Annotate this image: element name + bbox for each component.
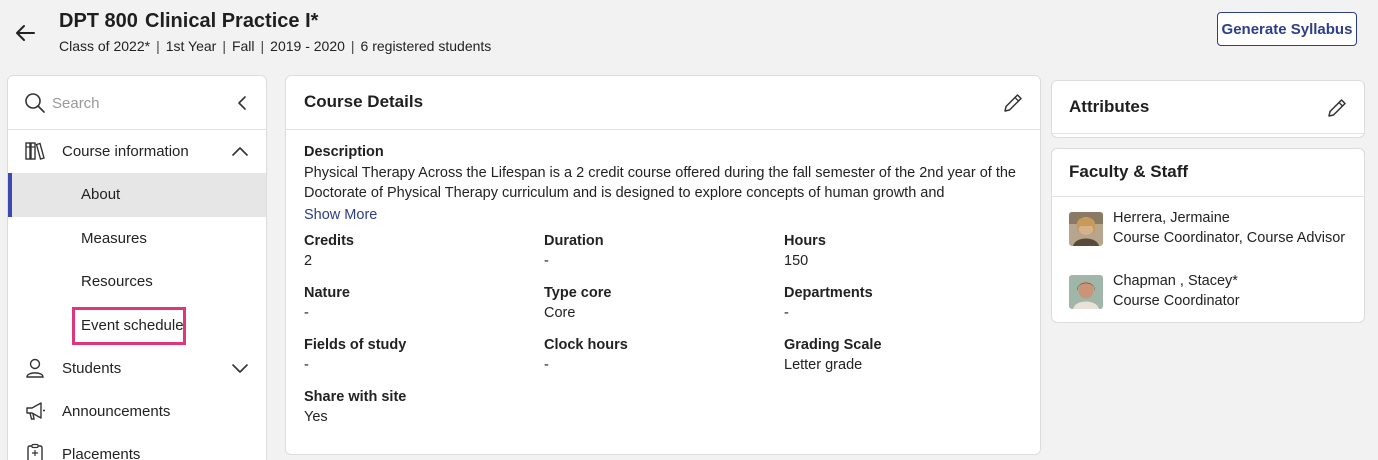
field-grading-scale: Grading Scale Letter grade	[784, 337, 1004, 377]
field-credits: Credits 2	[304, 233, 524, 273]
search-icon	[25, 93, 45, 113]
field-value: Yes	[304, 409, 328, 425]
course-details-header: Course Details	[286, 76, 1040, 130]
back-arrow-icon[interactable]	[12, 20, 38, 46]
field-value: -	[544, 253, 549, 269]
field-label: Clock hours	[544, 337, 628, 353]
field-value: -	[304, 305, 309, 321]
sidebar-subitem-label: About	[81, 186, 121, 204]
avatar	[1069, 212, 1103, 246]
sidebar-subitem-measures[interactable]: Measures	[8, 217, 266, 261]
meta-separator: |	[156, 38, 160, 54]
show-more-link[interactable]: Show More	[304, 207, 377, 223]
meta-separator: |	[350, 38, 355, 54]
faculty-header: Faculty & Staff	[1052, 149, 1364, 197]
description-text: Physical Therapy Across the Lifespan is …	[304, 165, 1016, 201]
divider	[1052, 133, 1364, 134]
field-duration: Duration -	[544, 233, 764, 273]
field-value: -	[784, 305, 789, 321]
attributes-title: Attributes	[1069, 97, 1150, 116]
meta-term: Fall	[231, 38, 255, 54]
chevron-down-icon[interactable]	[231, 361, 249, 375]
field-label: Grading Scale	[784, 337, 882, 353]
faculty-person[interactable]: Chapman , Stacey* Course Coordinator	[1069, 273, 1359, 313]
sidebar-subitem-label: Measures	[81, 229, 147, 247]
person-name: Herrera, Jermaine	[1113, 210, 1230, 226]
meta-students: 6 registered students	[360, 38, 492, 54]
course-details-title: Course Details	[304, 92, 424, 111]
field-value: Letter grade	[784, 357, 863, 373]
sidebar-search	[8, 76, 266, 130]
person-role: Course Coordinator, Course Advisor	[1113, 230, 1346, 246]
field-clock-hours: Clock hours -	[544, 337, 764, 377]
field-departments: Departments -	[784, 285, 1004, 325]
sidebar: Course information About Measures Resour…	[7, 75, 267, 460]
meta-separator: |	[260, 38, 265, 54]
sidebar-item-placements[interactable]: Placements	[8, 433, 266, 460]
pencil-icon[interactable]	[1002, 92, 1024, 114]
books-icon	[25, 142, 45, 160]
field-value: 150	[784, 253, 809, 269]
course-code: DPT 800	[59, 10, 138, 32]
faculty-person[interactable]: Herrera, Jermaine Course Coordinator, Co…	[1069, 210, 1359, 250]
meta-separator: |	[222, 38, 226, 54]
megaphone-icon	[26, 402, 45, 420]
sidebar-subitem-label: Resources	[81, 273, 153, 291]
field-label: Departments	[784, 285, 873, 301]
field-fields-of-study: Fields of study -	[304, 337, 524, 377]
sidebar-item-label: Course information	[62, 143, 189, 160]
field-nature: Nature -	[304, 285, 524, 325]
sidebar-item-label: Placements	[62, 446, 141, 460]
field-value: -	[544, 357, 549, 373]
sidebar-item-label: Students	[62, 360, 122, 377]
pencil-icon[interactable]	[1326, 97, 1348, 119]
person-role: Course Coordinator	[1113, 293, 1240, 309]
chevron-left-icon[interactable]	[234, 94, 252, 112]
attributes-card: Attributes	[1051, 80, 1365, 138]
search-input[interactable]	[52, 90, 212, 116]
field-label: Duration	[544, 233, 604, 249]
field-label: Fields of study	[304, 337, 407, 353]
clipboard-icon	[27, 443, 43, 460]
sidebar-subitem-label: Event schedule	[81, 316, 184, 334]
sidebar-item-course-information[interactable]: Course information	[8, 130, 266, 173]
course-title: Clinical Practice I*	[145, 10, 319, 32]
person-icon	[26, 358, 44, 378]
field-value: 2	[304, 253, 313, 269]
faculty-staff-card: Faculty & Staff Herrera, Jermaine Course…	[1051, 148, 1365, 323]
avatar	[1069, 275, 1103, 309]
field-label: Hours	[784, 233, 826, 249]
faculty-title: Faculty & Staff	[1069, 162, 1189, 181]
field-label: Credits	[304, 233, 354, 249]
field-type-core: Type core Core	[544, 285, 764, 325]
page-header: DPT 800 Clinical Practice I* Class of 20…	[0, 0, 1378, 70]
course-details-card: Course Details Description Physical Ther…	[285, 75, 1041, 455]
sidebar-item-announcements[interactable]: Announcements	[8, 390, 266, 433]
sidebar-item-label: Announcements	[62, 403, 171, 420]
field-label: Type core	[544, 285, 612, 301]
field-label: Share with site	[304, 389, 407, 405]
field-share-with-site: Share with site Yes	[304, 389, 524, 429]
field-hours: Hours 150	[784, 233, 1004, 273]
description-label: Description	[304, 144, 384, 160]
meta-academic-year: 2019 - 2020	[270, 38, 345, 54]
person-name: Chapman , Stacey*	[1113, 273, 1238, 289]
field-value: -	[304, 357, 309, 373]
course-meta: Class of 2022* | 1st Year | Fall | 2019 - 2020…	[59, 38, 491, 54]
chevron-up-icon[interactable]	[231, 144, 249, 158]
field-value: Core	[544, 305, 576, 321]
sidebar-subitem-resources[interactable]: Resources	[8, 260, 266, 304]
meta-year: 1st Year	[165, 38, 217, 54]
meta-class: Class of 2022*	[59, 38, 151, 54]
sidebar-subitem-about[interactable]: About	[8, 173, 266, 217]
sidebar-subitem-event-schedule[interactable]: Event schedule	[8, 304, 266, 348]
field-label: Nature	[304, 285, 350, 301]
sidebar-item-students[interactable]: Students	[8, 347, 266, 390]
generate-syllabus-button[interactable]: Generate Syllabus	[1217, 12, 1357, 46]
